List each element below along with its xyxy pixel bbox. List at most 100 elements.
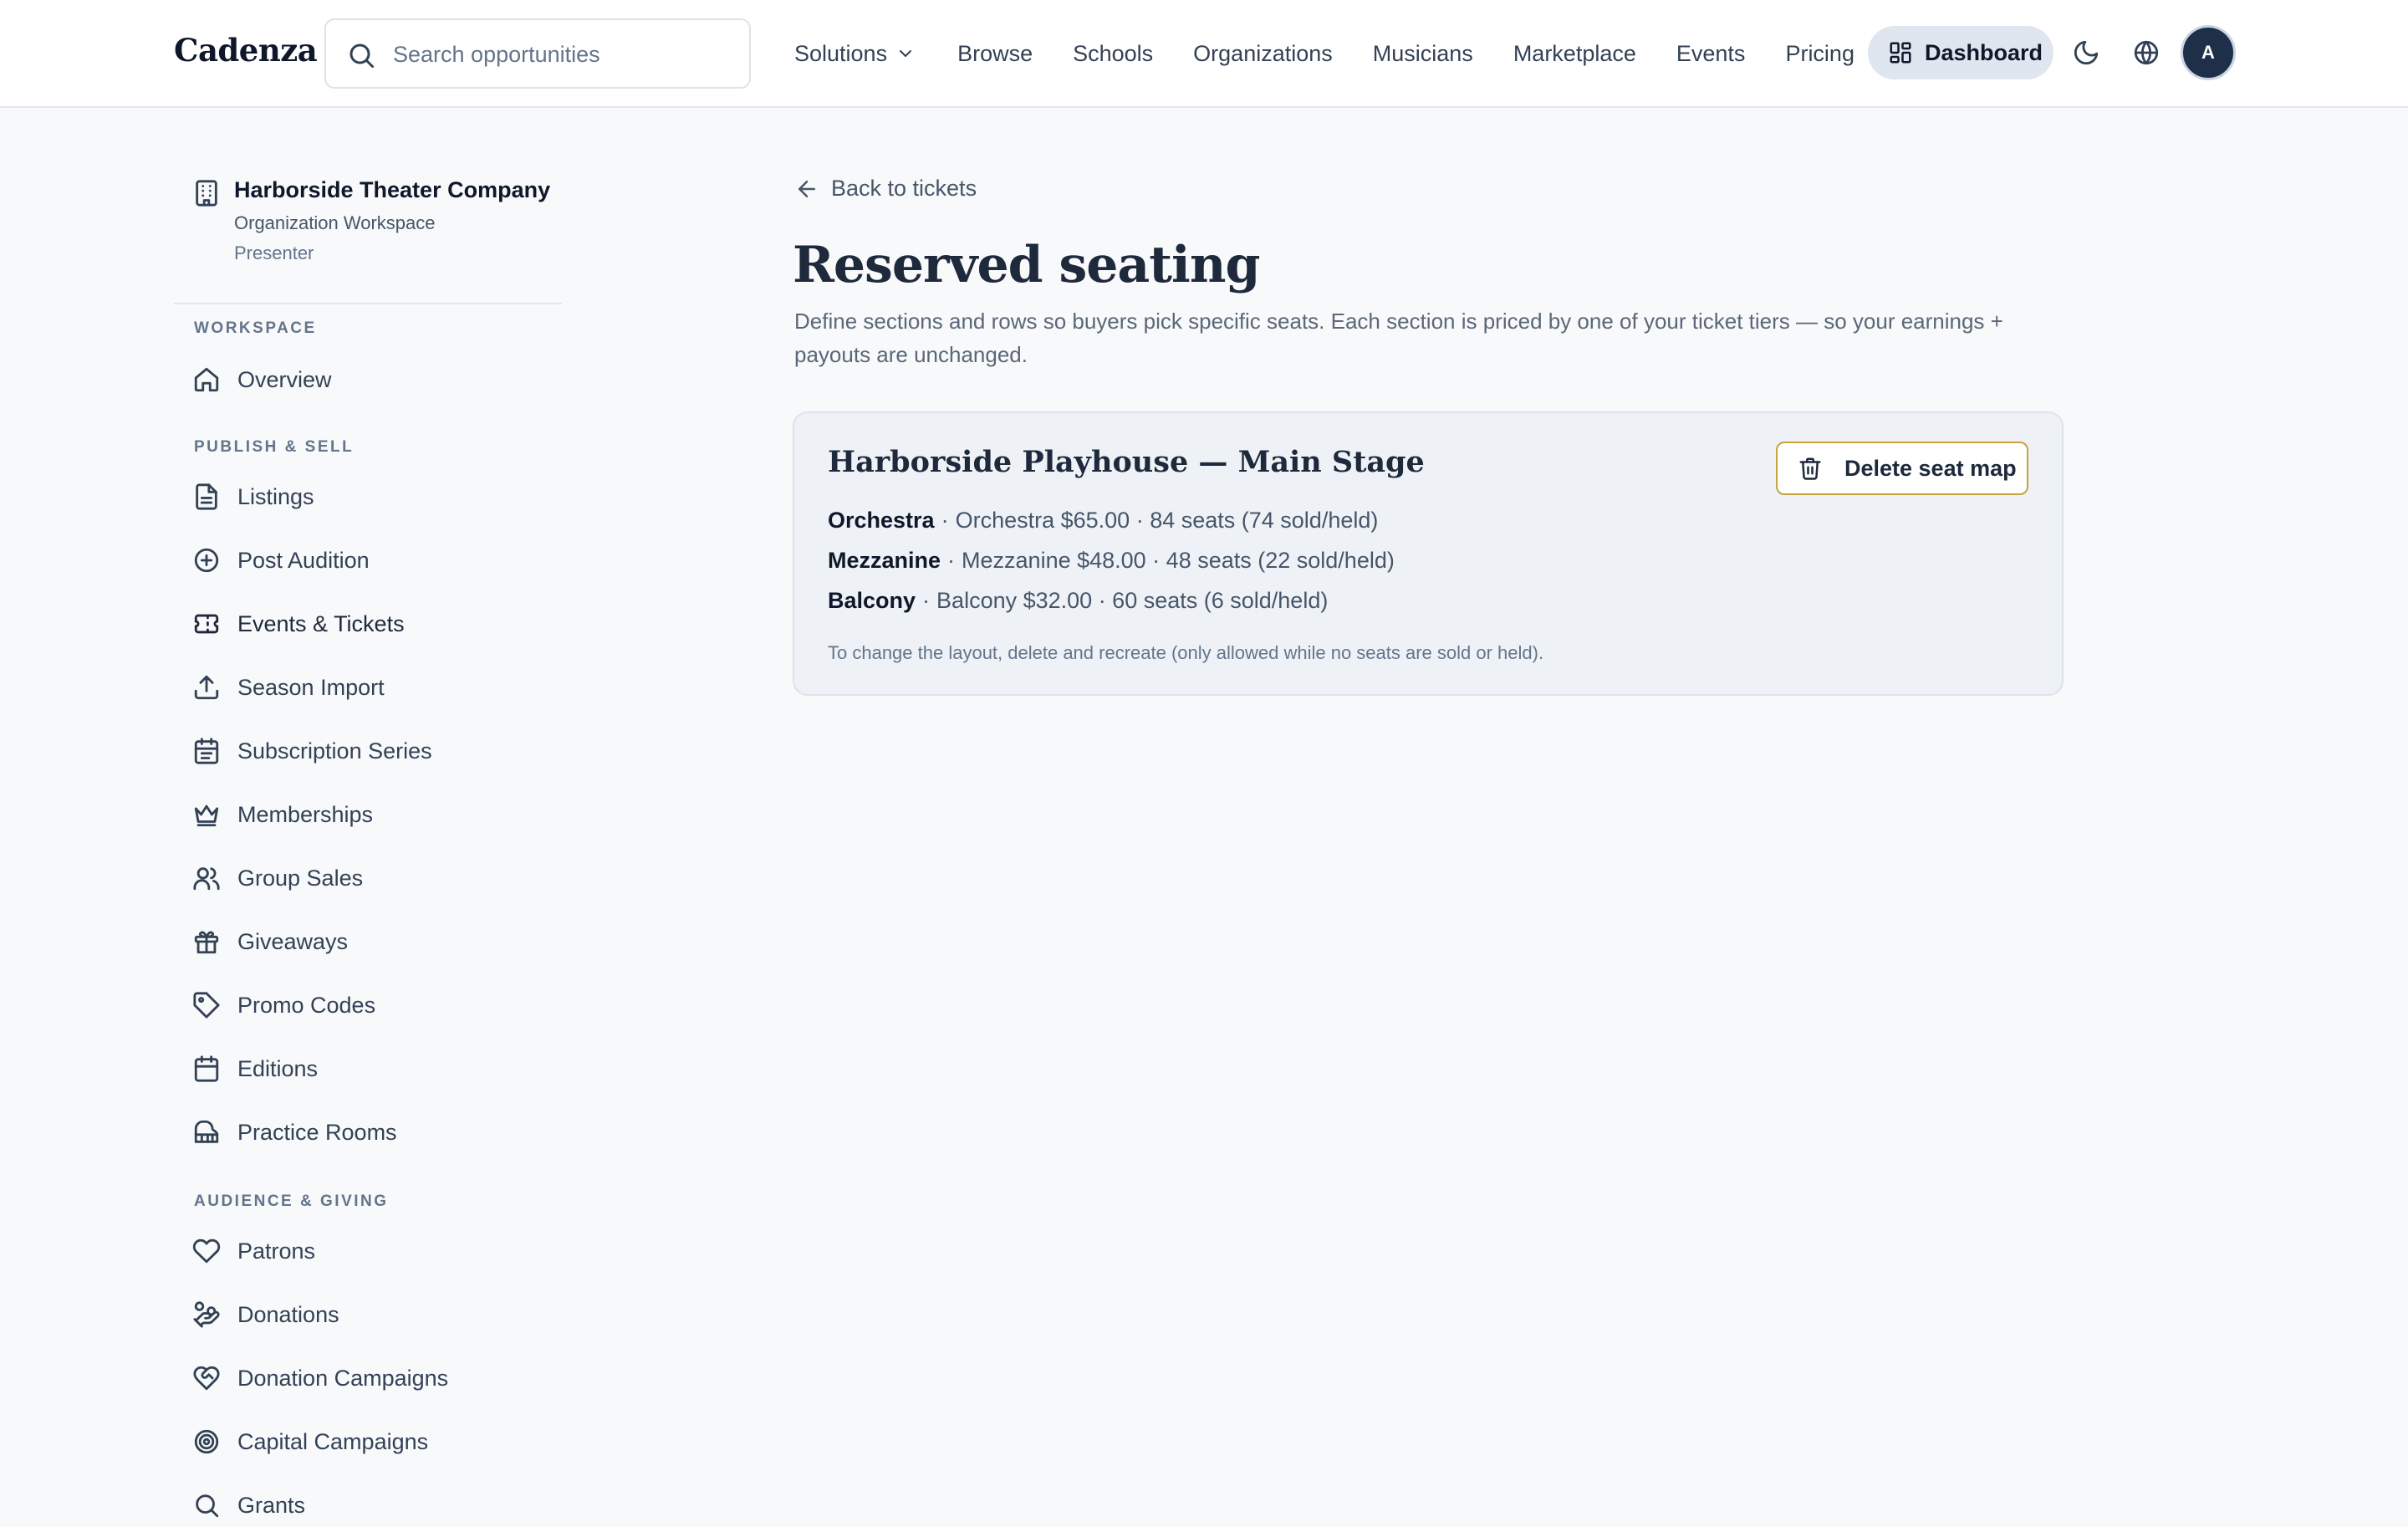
sidebar-item-label: Listings — [237, 483, 314, 509]
sidebar-item-overview[interactable]: Overview — [192, 358, 332, 401]
sidebar-item-subscription-series[interactable]: Subscription Series — [192, 729, 432, 773]
seat-map-title: Harborside Playhouse — Main Stage — [828, 445, 1425, 479]
separator-dot: · — [941, 507, 949, 533]
nav-organizations[interactable]: Organizations — [1193, 41, 1333, 67]
calendar-icon — [194, 1055, 219, 1082]
heart-handshake-icon — [193, 1366, 220, 1391]
section-detail: Balcony $32.00 · 60 seats (6 sold/held) — [936, 587, 1329, 613]
nav-solutions[interactable]: Solutions — [794, 41, 916, 67]
separator-dot: · — [947, 547, 956, 573]
sidebar-item-practice-rooms[interactable]: Practice Rooms — [192, 1111, 397, 1154]
home-icon — [194, 367, 219, 392]
sidebar-item-label: Grants — [237, 1492, 306, 1518]
sidebar-item-label: Post Audition — [237, 547, 370, 573]
top-navigation-bar: Cadenza Solutions Browse Schools Organiz… — [0, 0, 2408, 108]
sidebar-section-audience-giving: Audience & Giving — [194, 1192, 389, 1210]
building-icon — [196, 180, 217, 207]
back-label: Back to tickets — [831, 176, 977, 201]
seat-section-row: Balcony · Balcony $32.00 · 60 seats (6 s… — [828, 580, 1395, 621]
nav-marketplace[interactable]: Marketplace — [1513, 41, 1636, 67]
dashboard-label: Dashboard — [1925, 39, 2043, 65]
dashboard-button[interactable]: Dashboard — [1868, 26, 2053, 79]
arrow-left-icon — [798, 180, 815, 197]
ticket-icon — [194, 614, 219, 634]
sidebar-item-capital-campaigns[interactable]: Capital Campaigns — [192, 1420, 428, 1463]
plus-circle-icon — [194, 548, 219, 573]
sidebar-item-group-sales[interactable]: Group Sales — [192, 856, 363, 900]
avatar[interactable]: A — [2181, 25, 2236, 80]
org-type: Organization Workspace — [234, 212, 436, 233]
sidebar-item-listings[interactable]: Listings — [192, 475, 314, 518]
crown-icon — [194, 804, 219, 827]
search-input[interactable] — [393, 35, 727, 74]
search-box[interactable] — [324, 18, 751, 89]
document-icon — [196, 483, 217, 510]
sidebar-item-donation-campaigns[interactable]: Donation Campaigns — [192, 1356, 448, 1400]
piano-icon — [194, 1120, 219, 1143]
nav-schools[interactable]: Schools — [1073, 41, 1153, 67]
sidebar-item-donations[interactable]: Donations — [192, 1293, 339, 1336]
sidebar-item-label: Giveaways — [237, 928, 349, 954]
search-icon — [349, 43, 374, 68]
sidebar-item-label: Patrons — [237, 1238, 316, 1264]
chevron-down-icon — [900, 50, 912, 57]
org-name: Harborside Theater Company — [234, 177, 551, 202]
sidebar-item-label: Editions — [237, 1055, 319, 1081]
sidebar-item-label: Overview — [237, 366, 332, 392]
users-icon — [193, 867, 220, 891]
back-to-tickets-link[interactable]: Back to tickets — [794, 176, 977, 202]
search-icon — [196, 1494, 219, 1518]
seat-map-card: Harborside Playhouse — Main Stage Delete… — [793, 411, 2064, 696]
seat-section-list: Orchestra · Orchestra $65.00 · 84 seats … — [828, 500, 1395, 621]
sidebar-item-memberships[interactable]: Memberships — [192, 793, 373, 836]
sidebar-item-season-import[interactable]: Season Import — [192, 666, 385, 709]
delete-seat-map-label: Delete seat map — [1844, 455, 2017, 481]
sidebar-item-patrons[interactable]: Patrons — [192, 1229, 315, 1273]
nav-browse[interactable]: Browse — [957, 41, 1033, 67]
sidebar-item-label: Subscription Series — [237, 738, 432, 764]
sidebar-item-label: Capital Campaigns — [237, 1428, 429, 1454]
nav-musicians[interactable]: Musicians — [1373, 41, 1473, 67]
target-icon — [194, 1429, 219, 1454]
seat-section-row: Mezzanine · Mezzanine $48.00 · 48 seats … — [828, 540, 1395, 580]
sidebar-section-publish-sell: Publish & Sell — [194, 438, 355, 456]
sidebar-item-label: Memberships — [237, 801, 374, 827]
section-name: Orchestra — [828, 507, 935, 533]
page-title: Reserved seating — [793, 236, 1260, 294]
sidebar-item-giveaways[interactable]: Giveaways — [192, 920, 348, 963]
brand-logo[interactable]: Cadenza — [174, 32, 318, 69]
sidebar-item-label: Donation Campaigns — [237, 1365, 449, 1391]
sidebar-section-workspace: Workspace — [194, 319, 317, 337]
calendar-list-icon — [194, 738, 219, 764]
delete-seat-map-button[interactable]: Delete seat map — [1776, 442, 2028, 495]
tag-icon — [193, 992, 220, 1019]
seat-section-row: Orchestra · Orchestra $65.00 · 84 seats … — [828, 500, 1395, 540]
moon-icon[interactable] — [2072, 38, 2100, 67]
separator-dot: · — [922, 587, 931, 613]
nav-events[interactable]: Events — [1676, 41, 1746, 67]
sidebar-item-events-tickets[interactable]: Events & Tickets — [192, 602, 405, 646]
sidebar-item-post-audition[interactable]: Post Audition — [192, 539, 370, 582]
sidebar-item-grants[interactable]: Grants — [192, 1484, 305, 1527]
section-detail: Orchestra $65.00 · 84 seats (74 sold/hel… — [955, 507, 1379, 533]
nav-solutions-label: Solutions — [794, 40, 888, 66]
section-name: Balcony — [828, 587, 916, 613]
section-name: Mezzanine — [828, 547, 941, 573]
gift-icon — [194, 931, 219, 954]
heart-icon — [192, 1238, 221, 1264]
hand-coins-icon — [193, 1301, 220, 1328]
nav-pricing[interactable]: Pricing — [1785, 41, 1854, 67]
seat-map-note: To change the layout, delete and recreat… — [828, 642, 1544, 663]
sidebar-item-label: Promo Codes — [237, 992, 376, 1018]
sidebar-item-label: Donations — [237, 1301, 339, 1327]
sidebar-item-editions[interactable]: Editions — [192, 1047, 318, 1090]
dashboard-grid-icon — [1890, 42, 1911, 64]
sidebar-item-label: Practice Rooms — [237, 1119, 397, 1145]
sidebar-item-label: Group Sales — [237, 865, 364, 891]
globe-icon[interactable] — [2132, 38, 2161, 67]
section-detail: Mezzanine $48.00 · 48 seats (22 sold/hel… — [962, 547, 1395, 573]
sidebar-item-label: Events & Tickets — [237, 610, 405, 636]
sidebar-item-promo-codes[interactable]: Promo Codes — [192, 983, 375, 1027]
page-description: Define sections and rows so buyers pick … — [794, 309, 2003, 367]
sidebar-item-label: Season Import — [237, 674, 385, 700]
